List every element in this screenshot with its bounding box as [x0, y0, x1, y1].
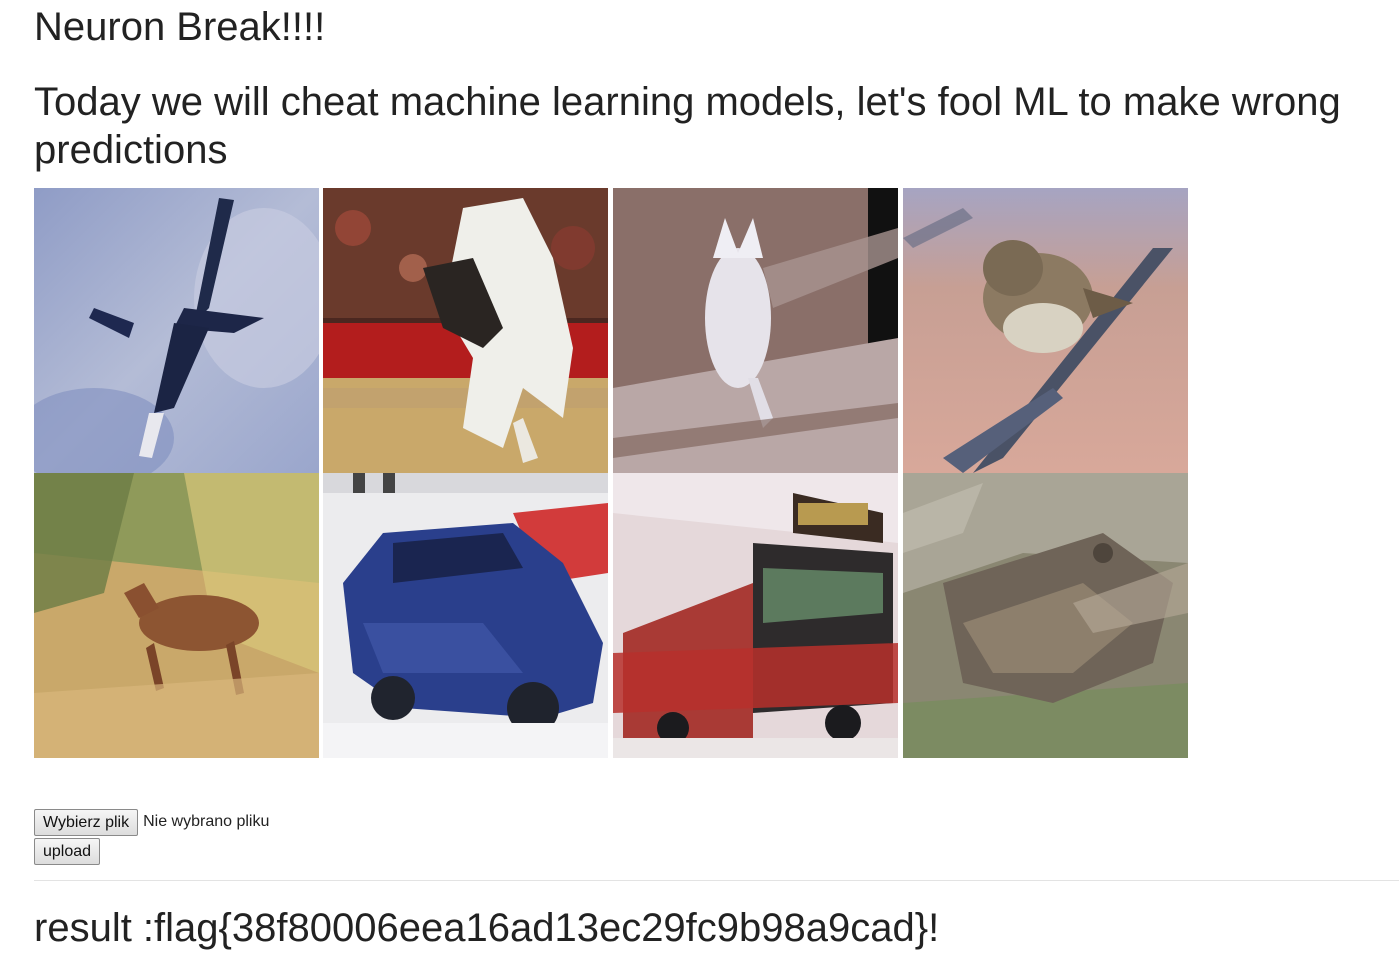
- gallery-image-bird-white: [613, 188, 898, 473]
- result-text: result :flag{38f80006eea16ad13ec29fc9b98…: [34, 906, 940, 950]
- gallery-image-frog: [903, 473, 1188, 758]
- page-title: Neuron Break!!!!: [34, 5, 326, 49]
- gallery-image-airplane: [34, 188, 319, 473]
- file-status-text: Nie wybrano pliku: [143, 813, 270, 830]
- gallery-image-car: [323, 473, 608, 758]
- gallery-image-bird-sparrow: [903, 188, 1188, 473]
- choose-file-button[interactable]: Wybierz plik: [34, 808, 139, 836]
- page: Neuron Break!!!! Today we will cheat mac…: [0, 0, 1399, 963]
- gallery-image-deer: [34, 473, 319, 758]
- image-gallery: [34, 188, 1190, 758]
- page-subtitle: Today we will cheat machine learning mod…: [34, 80, 1341, 172]
- file-picker-row: Wybierz plik Nie wybrano pliku: [34, 808, 269, 836]
- divider: [34, 880, 1399, 881]
- upload-row: upload: [34, 838, 101, 865]
- gallery-image-horse: [323, 188, 608, 473]
- upload-button[interactable]: upload: [34, 838, 101, 865]
- gallery-image-truck: [613, 473, 898, 758]
